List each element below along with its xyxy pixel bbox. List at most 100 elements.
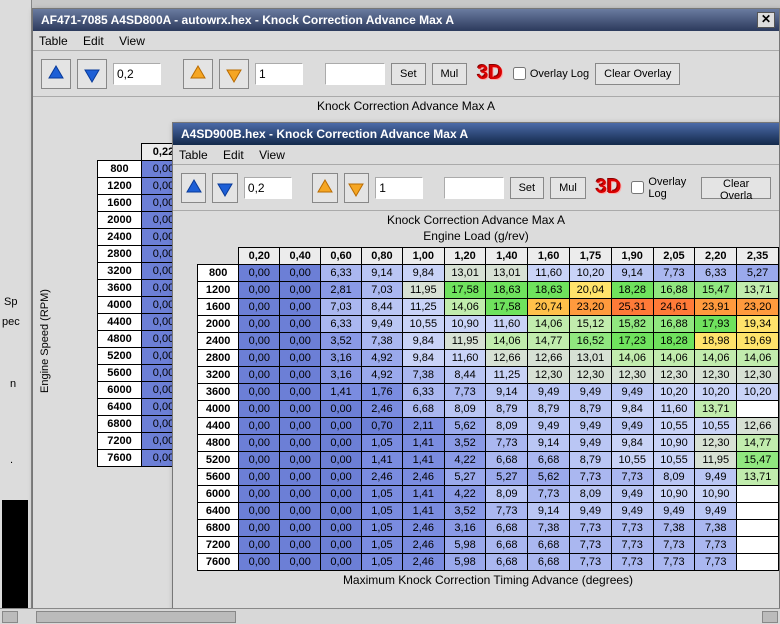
cell[interactable]: 1,76	[362, 384, 403, 401]
cell[interactable]: 6,68	[528, 537, 570, 554]
cell[interactable]: 0,00	[280, 469, 321, 486]
titlebar[interactable]: AF471-7085 A4SD800A - autowrx.hex - Knoc…	[33, 9, 779, 31]
cell[interactable]: 0,00	[239, 452, 280, 469]
col-header[interactable]: 2,20	[695, 248, 737, 265]
cell[interactable]: 0,00	[321, 469, 362, 486]
cell[interactable]: 0,00	[321, 486, 362, 503]
row-header[interactable]: 4800	[98, 331, 142, 348]
row-header[interactable]: 7200	[198, 537, 239, 554]
cell[interactable]: 6,68	[486, 554, 528, 571]
cell[interactable]: 0,00	[280, 282, 321, 299]
cell[interactable]: 0,00	[321, 537, 362, 554]
step2-input[interactable]	[255, 63, 303, 85]
cell[interactable]: 9,14	[528, 503, 570, 520]
cell[interactable]: 5,27	[486, 469, 528, 486]
cell[interactable]: 23,20	[737, 299, 779, 316]
scroll-left-arrow[interactable]	[2, 611, 18, 623]
col-header[interactable]: 0,20	[239, 248, 280, 265]
row-header[interactable]: 6800	[198, 520, 239, 537]
cell[interactable]: 7,03	[362, 282, 403, 299]
cell[interactable]	[737, 520, 779, 537]
cell[interactable]: 7,73	[695, 537, 737, 554]
cell[interactable]: 9,14	[486, 384, 528, 401]
menu-edit[interactable]: Edit	[223, 148, 244, 162]
cell[interactable]: 11,60	[653, 401, 695, 418]
cell[interactable]: 0,00	[280, 503, 321, 520]
cell[interactable]: 9,49	[528, 418, 570, 435]
cell[interactable]: 1,41	[402, 486, 444, 503]
row-header[interactable]: 3200	[98, 263, 142, 280]
cell[interactable]: 0,00	[239, 554, 280, 571]
cell[interactable]: 12,30	[528, 367, 570, 384]
cell[interactable]: 9,49	[653, 503, 695, 520]
col-header[interactable]: 0,60	[321, 248, 362, 265]
increment-button[interactable]	[181, 173, 206, 203]
cell[interactable]: 1,05	[362, 520, 403, 537]
cell[interactable]: 7,73	[570, 537, 612, 554]
cell[interactable]: 13,71	[737, 469, 779, 486]
value-input[interactable]	[444, 177, 504, 199]
cell[interactable]: 7,73	[695, 554, 737, 571]
cell[interactable]: 15,47	[695, 282, 737, 299]
cell[interactable]: 10,90	[653, 486, 695, 503]
cell[interactable]: 12,66	[737, 418, 779, 435]
cell[interactable]: 13,01	[444, 265, 486, 282]
cell[interactable]: 10,55	[402, 316, 444, 333]
cell[interactable]: 9,49	[570, 384, 612, 401]
cell[interactable]: 2,46	[402, 537, 444, 554]
cell[interactable]: 8,09	[486, 418, 528, 435]
cell[interactable]: 0,00	[239, 282, 280, 299]
cell[interactable]: 0,00	[280, 401, 321, 418]
cell[interactable]: 0,00	[280, 452, 321, 469]
cell[interactable]: 1,41	[402, 452, 444, 469]
cell[interactable]: 3,16	[321, 350, 362, 367]
cell[interactable]: 6,68	[528, 554, 570, 571]
cell[interactable]: 19,34	[737, 316, 779, 333]
cell[interactable]: 9,49	[611, 418, 653, 435]
cell[interactable]: 12,66	[486, 350, 528, 367]
row-header[interactable]: 4800	[198, 435, 239, 452]
cell[interactable]: 16,52	[570, 333, 612, 350]
cell[interactable]: 25,31	[611, 299, 653, 316]
cell[interactable]: 0,00	[280, 384, 321, 401]
cell[interactable]: 1,05	[362, 503, 403, 520]
cell[interactable]: 23,91	[695, 299, 737, 316]
cell[interactable]: 0,00	[239, 486, 280, 503]
cell[interactable]: 4,92	[362, 367, 403, 384]
cell[interactable]: 7,73	[653, 537, 695, 554]
cell[interactable]: 0,00	[280, 316, 321, 333]
cell[interactable]: 0,00	[239, 520, 280, 537]
cell[interactable]: 0,00	[280, 299, 321, 316]
cell[interactable]: 10,90	[653, 435, 695, 452]
cell[interactable]: 0,00	[239, 418, 280, 435]
col-header[interactable]: 0,40	[280, 248, 321, 265]
cell[interactable]: 6,68	[528, 452, 570, 469]
overlay-log-checkbox[interactable]: Overlay Log	[631, 176, 695, 200]
col-header[interactable]: 2,35	[737, 248, 779, 265]
cell[interactable]: 10,20	[570, 265, 612, 282]
cell[interactable]: 2,11	[402, 418, 444, 435]
cell[interactable]: 18,28	[653, 333, 695, 350]
cell[interactable]: 7,73	[570, 469, 612, 486]
cell[interactable]: 11,60	[444, 350, 486, 367]
cell[interactable]	[737, 401, 779, 418]
cell[interactable]: 1,05	[362, 554, 403, 571]
cell[interactable]: 10,55	[611, 452, 653, 469]
cell[interactable]: 10,55	[653, 418, 695, 435]
overlay-log-checkbox[interactable]: Overlay Log	[513, 67, 589, 80]
cell[interactable]: 11,95	[444, 333, 486, 350]
cell[interactable]: 1,41	[321, 384, 362, 401]
cell[interactable]: 7,73	[570, 520, 612, 537]
cell[interactable]: 7,38	[362, 333, 403, 350]
cell[interactable]: 7,73	[444, 384, 486, 401]
cell[interactable]: 6,33	[695, 265, 737, 282]
cell[interactable]: 0,00	[239, 384, 280, 401]
cell[interactable]: 7,38	[528, 520, 570, 537]
cell[interactable]: 9,14	[611, 265, 653, 282]
cell[interactable]	[737, 503, 779, 520]
clear-overlay-button[interactable]: Clear Overla	[701, 177, 771, 199]
col-header[interactable]: 1,00	[402, 248, 444, 265]
horizontal-scrollbar[interactable]	[0, 608, 780, 624]
row-header[interactable]: 4000	[198, 401, 239, 418]
row-header[interactable]: 6000	[198, 486, 239, 503]
